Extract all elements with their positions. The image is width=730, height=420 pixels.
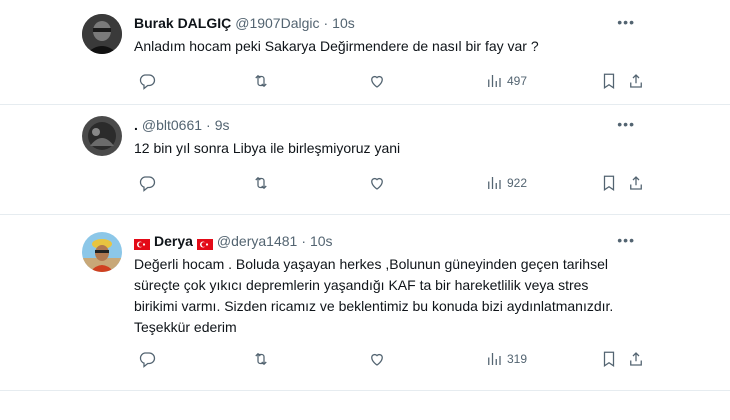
like-icon	[371, 75, 383, 88]
retweet-button[interactable]	[252, 350, 270, 368]
avatar[interactable]	[82, 116, 122, 156]
reply-icon	[139, 352, 156, 368]
avatar[interactable]	[82, 232, 122, 272]
tweet-text: Değerli hocam . Boluda yaşayan herkes ,B…	[134, 256, 614, 335]
views-icon	[488, 75, 501, 87]
reply-icon	[139, 176, 156, 192]
views-button[interactable]: 319	[485, 350, 527, 368]
tweet-header: Derya @derya1481 · 10s	[134, 232, 635, 250]
bookmark-icon	[603, 351, 615, 367]
more-icon[interactable]: •••	[617, 232, 635, 248]
like-icon	[371, 177, 383, 190]
tweet-body: . @blt0661 · 9s 12 bin yıl sonra Libya i…	[134, 116, 635, 159]
reply-button[interactable]	[138, 174, 156, 192]
more-icon[interactable]: •••	[617, 116, 635, 132]
tweet[interactable]: . @blt0661 · 9s 12 bin yıl sonra Libya i…	[0, 104, 730, 215]
like-button[interactable]	[368, 350, 386, 368]
turkey-flag-icon	[196, 236, 213, 250]
reply-icon	[139, 74, 156, 90]
tweet-text: Anladım hocam peki Sakarya Değirmendere …	[134, 38, 539, 54]
reply-button[interactable]	[138, 350, 156, 368]
display-name[interactable]: Burak DALGIÇ	[134, 14, 231, 32]
bookmark-button[interactable]	[600, 350, 618, 368]
tweet-text: 12 bin yıl sonra Libya ile birleşmiyoruz…	[134, 140, 401, 156]
more-icon[interactable]: •••	[617, 14, 635, 30]
tweet-actions: 497	[134, 69, 642, 93]
avatar[interactable]	[82, 14, 122, 54]
display-name[interactable]: .	[134, 116, 138, 134]
tweet-header: Burak DALGIÇ @1907Dalgic · 10s	[134, 14, 635, 32]
views-icon	[488, 353, 501, 365]
view-count: 497	[507, 74, 528, 88]
bookmark-icon	[603, 175, 615, 191]
like-icon	[371, 353, 383, 366]
like-button[interactable]	[368, 174, 386, 192]
like-button[interactable]	[368, 72, 386, 90]
timestamp[interactable]: 10s	[310, 232, 333, 250]
display-name[interactable]: Derya	[154, 232, 193, 250]
retweet-button[interactable]	[252, 174, 270, 192]
tweet-actions: 319	[134, 347, 642, 371]
views-icon	[488, 177, 501, 189]
share-icon	[630, 176, 642, 190]
user-handle[interactable]: @derya1481	[217, 232, 297, 250]
tweet-actions: 922	[134, 171, 642, 195]
separator: ·	[323, 15, 329, 31]
share-button[interactable]	[627, 350, 645, 368]
view-count: 319	[507, 352, 528, 366]
view-count: 922	[507, 176, 528, 190]
timestamp[interactable]: 10s	[332, 14, 355, 32]
separator: ·	[206, 117, 211, 133]
retweet-button[interactable]	[252, 72, 270, 90]
tweet-header: . @blt0661 · 9s	[134, 116, 635, 134]
turkey-flag-icon	[134, 236, 150, 250]
timestamp[interactable]: 9s	[215, 116, 230, 134]
user-handle[interactable]: @1907Dalgic	[235, 14, 319, 32]
tweet-body: Derya @derya1481 · 10s Değerli hocam . B…	[134, 232, 635, 338]
views-button[interactable]: 922	[485, 174, 527, 192]
reply-button[interactable]	[138, 72, 156, 90]
views-button[interactable]: 497	[485, 72, 527, 90]
tweet-feed: Burak DALGIÇ @1907Dalgic · 10s Anladım h…	[0, 0, 730, 420]
share-button[interactable]	[627, 174, 645, 192]
retweet-icon	[255, 352, 267, 366]
tweet[interactable]: Derya @derya1481 · 10s Değerli hocam . B…	[0, 214, 730, 391]
bookmark-button[interactable]	[600, 72, 618, 90]
share-icon	[630, 74, 642, 88]
tweet[interactable]: Burak DALGIÇ @1907Dalgic · 10s Anladım h…	[0, 0, 730, 105]
share-icon	[630, 352, 642, 366]
bookmark-icon	[603, 73, 615, 89]
separator: ·	[301, 233, 306, 249]
share-button[interactable]	[627, 72, 645, 90]
tweet-body: Burak DALGIÇ @1907Dalgic · 10s Anladım h…	[134, 14, 635, 57]
retweet-icon	[255, 74, 267, 88]
retweet-icon	[255, 176, 267, 190]
bookmark-button[interactable]	[600, 174, 618, 192]
user-handle[interactable]: @blt0661	[142, 116, 202, 134]
